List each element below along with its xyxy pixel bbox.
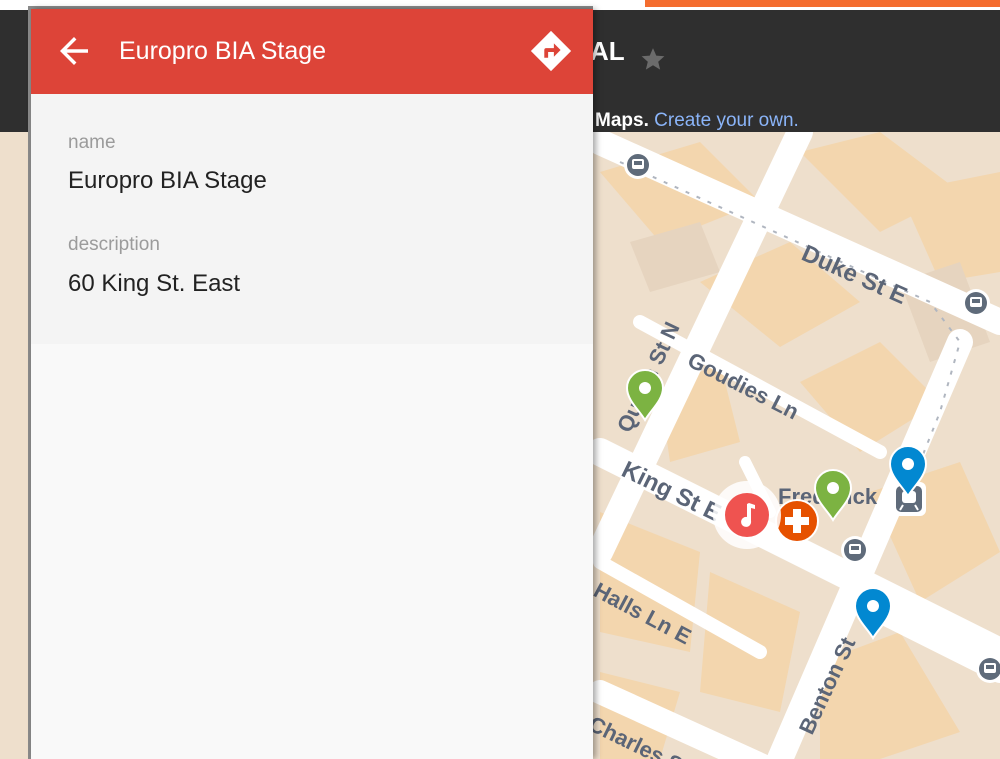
directions-icon[interactable] [528,28,574,74]
panel-header: Europro BIA Stage [31,9,593,94]
description-label: description [68,234,160,255]
credit-text: Maps. [595,110,649,131]
name-value: Europro BIA Stage [68,167,267,194]
name-label: name [68,132,116,153]
description-value: 60 King St. East [68,270,241,297]
bus-stop-icon[interactable] [624,151,652,179]
map-title: AL [590,36,625,66]
first-aid-icon[interactable] [775,499,819,543]
star-icon[interactable] [640,46,666,72]
place-details: name Europro BIA Stage description 60 Ki… [31,94,593,344]
music-stage-marker-icon[interactable] [713,481,781,549]
map-pin-blue-icon[interactable] [853,587,893,640]
create-your-own-link[interactable]: Create your own. [654,110,799,131]
details-panel: Europro BIA Stage name Europro BIA Stage… [31,9,593,759]
panel-title: Europro BIA Stage [119,37,327,65]
bus-stop-icon[interactable] [962,289,990,317]
top-accent-strip [645,0,1000,7]
map-credit: Maps. Create your own. [595,110,799,132]
arrow-left-icon[interactable] [53,30,95,72]
bus-stop-icon[interactable] [841,536,869,564]
map-pin-green-icon[interactable] [813,469,853,522]
